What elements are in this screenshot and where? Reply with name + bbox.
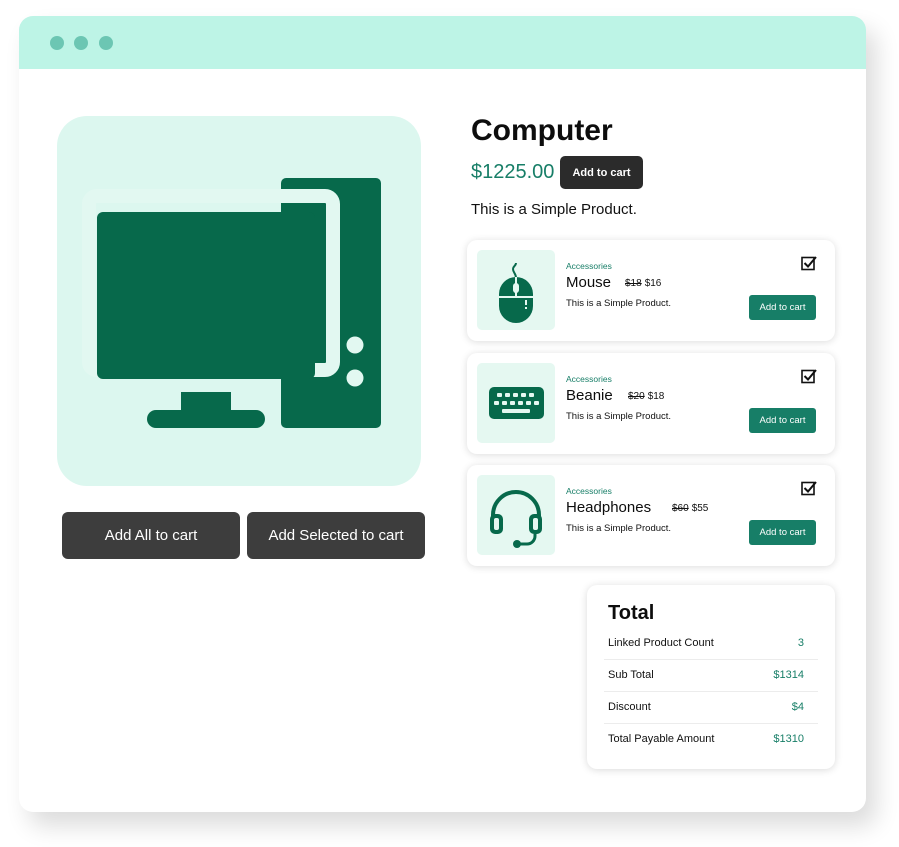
add-to-cart-button[interactable]: Add to cart xyxy=(749,295,816,320)
totals-row-label: Linked Product Count xyxy=(608,637,714,649)
product-prices: $18 $16 xyxy=(625,278,661,289)
window-dot-icon[interactable] xyxy=(74,36,88,50)
totals-row: Linked Product Count 3 xyxy=(604,628,818,660)
checkbox-checked-icon[interactable] xyxy=(801,255,817,271)
old-price: $18 xyxy=(625,278,642,289)
add-selected-to-cart-button[interactable]: Add Selected to cart xyxy=(247,512,425,559)
product-category: Accessories xyxy=(566,261,612,271)
product-name: Beanie xyxy=(566,387,613,404)
totals-panel: Total Linked Product Count 3 Sub Total $… xyxy=(587,585,835,769)
totals-title: Total xyxy=(608,602,655,624)
product-description: This is a Simple Product. xyxy=(566,411,672,422)
linked-product-card: Accessories Headphones $60 $55 This is a … xyxy=(467,465,835,566)
product-description: This is a Simple Product. xyxy=(566,523,672,534)
linked-product-thumb xyxy=(477,475,555,555)
product-prices: $20 $18 xyxy=(628,391,664,402)
sale-price: $18 xyxy=(647,391,665,402)
add-all-to-cart-button[interactable]: Add All to cart xyxy=(62,512,240,559)
product-description: This is a Simple Product. xyxy=(566,298,672,309)
totals-row-label: Discount xyxy=(608,701,651,713)
totals-row-value: $4 xyxy=(791,701,804,713)
product-name: Headphones xyxy=(566,499,652,516)
totals-row: Sub Total $1314 xyxy=(604,660,818,692)
totals-row: Discount $4 xyxy=(604,692,818,724)
product-title: Computer xyxy=(471,114,613,147)
linked-product-thumb xyxy=(477,250,555,330)
sale-price: $16 xyxy=(644,278,662,289)
old-price: $60 xyxy=(672,503,689,514)
product-description: This is a Simple Product. xyxy=(471,201,637,218)
totals-row-label: Total Payable Amount xyxy=(608,733,715,745)
product-category: Accessories xyxy=(566,374,612,384)
computer-icon xyxy=(82,178,381,428)
linked-product-card: Accessories Beanie $20 $18 This is a Simp… xyxy=(467,353,835,454)
browser-window: Add All to cart Add Selected to cart Com… xyxy=(19,16,866,812)
product-category: Accessories xyxy=(566,486,612,496)
product-prices: $60 $55 xyxy=(672,503,708,514)
product-name: Mouse xyxy=(566,274,612,291)
totals-row-value: 3 xyxy=(797,637,804,649)
mouse-icon xyxy=(499,262,533,323)
add-to-cart-button[interactable]: Add to cart xyxy=(749,408,816,433)
product-price: $1225.00 xyxy=(471,161,555,183)
headphones-icon xyxy=(490,490,542,548)
totals-row-value: $1310 xyxy=(773,733,804,745)
totals-row: Total Payable Amount $1310 xyxy=(604,724,818,756)
product-image xyxy=(57,116,421,486)
window-titlebar xyxy=(19,16,866,69)
totals-row-value: $1314 xyxy=(773,669,804,681)
linked-product-card: Accessories Mouse $18 $16 This is a Simpl… xyxy=(467,240,835,341)
keyboard-icon xyxy=(489,387,544,419)
linked-product-thumb xyxy=(477,363,555,443)
add-to-cart-button[interactable]: Add to cart xyxy=(749,520,816,545)
window-dot-icon[interactable] xyxy=(50,36,64,50)
checkbox-checked-icon[interactable] xyxy=(801,368,817,384)
old-price: $20 xyxy=(628,391,645,402)
totals-row-label: Sub Total xyxy=(608,669,654,681)
sale-price: $55 xyxy=(691,503,709,514)
add-to-cart-button[interactable]: Add to cart xyxy=(560,156,643,189)
checkbox-checked-icon[interactable] xyxy=(801,480,817,496)
window-dot-icon[interactable] xyxy=(99,36,113,50)
